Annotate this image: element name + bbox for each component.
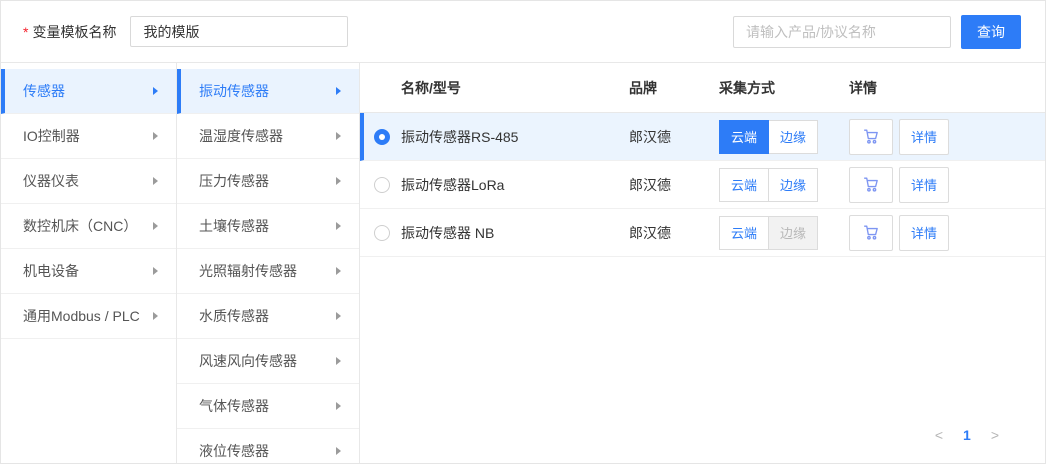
pagination: < 1 > <box>360 427 1045 463</box>
category-item-instrument[interactable]: 仪器仪表 <box>1 159 176 204</box>
category-item-sensor[interactable]: 传感器 <box>1 69 176 114</box>
required-asterisk: * <box>23 24 28 40</box>
detail-button[interactable]: 详情 <box>899 215 949 251</box>
product-brand: 郎汉德 <box>629 127 719 147</box>
edge-mode-button[interactable]: 边缘 <box>768 120 818 154</box>
subcategory-item-label: 光照辐射传感器 <box>199 261 336 281</box>
product-name: 振动传感器 NB <box>401 223 629 243</box>
cloud-mode-button[interactable]: 云端 <box>719 120 769 154</box>
radio-button[interactable] <box>374 129 390 145</box>
subcategory-menu: 振动传感器 温湿度传感器 压力传感器 土壤传感器 光照辐射传感器 水质传感器 <box>177 63 360 463</box>
subcategory-item-label: 振动传感器 <box>199 81 336 101</box>
chevron-right-icon <box>336 87 341 95</box>
content-body: 传感器 IO控制器 仪器仪表 数控机床（CNC） 机电设备 通用Modbus /… <box>1 63 1045 463</box>
header-method: 采集方式 <box>719 78 849 98</box>
category-item-io-controller[interactable]: IO控制器 <box>1 114 176 159</box>
category-item-label: 传感器 <box>23 81 153 101</box>
cart-button[interactable] <box>849 167 893 203</box>
chevron-right-icon <box>336 447 341 455</box>
radio-button[interactable] <box>374 177 390 193</box>
subcategory-item-wind[interactable]: 风速风向传感器 <box>177 339 359 384</box>
subcategory-item-label: 压力传感器 <box>199 171 336 191</box>
subcategory-item-temp-humidity[interactable]: 温湿度传感器 <box>177 114 359 159</box>
subcategory-item-label: 温湿度传感器 <box>199 126 336 146</box>
template-name-label: 变量模板名称 <box>32 22 116 42</box>
subcategory-item-water-quality[interactable]: 水质传感器 <box>177 294 359 339</box>
category-item-electromechanical[interactable]: 机电设备 <box>1 249 176 294</box>
cart-button[interactable] <box>849 215 893 251</box>
cart-icon <box>861 127 881 146</box>
subcategory-item-label: 土壤传感器 <box>199 216 336 236</box>
template-name-input[interactable] <box>130 16 348 47</box>
chevron-right-icon <box>153 312 158 320</box>
detail-button[interactable]: 详情 <box>899 167 949 203</box>
pagination-page-1[interactable]: 1 <box>963 427 971 443</box>
edge-mode-button[interactable]: 边缘 <box>768 168 818 202</box>
chevron-right-icon <box>153 267 158 275</box>
search-button[interactable]: 查询 <box>961 15 1021 49</box>
search-input[interactable] <box>733 16 951 48</box>
chevron-right-icon <box>336 312 341 320</box>
header-name: 名称/型号 <box>401 78 629 98</box>
chevron-right-icon <box>153 87 158 95</box>
edge-mode-button: 边缘 <box>768 216 818 250</box>
category-item-modbus-plc[interactable]: 通用Modbus / PLC <box>1 294 176 339</box>
product-name: 振动传感器RS-485 <box>401 127 629 147</box>
product-name: 振动传感器LoRa <box>401 175 629 195</box>
subcategory-item-label: 液位传感器 <box>199 441 336 461</box>
product-table: 名称/型号 品牌 采集方式 详情 振动传感器RS-485 郎汉德 云端 边缘 <box>360 63 1045 463</box>
category-item-label: 机电设备 <box>23 261 153 281</box>
cart-icon <box>861 175 881 194</box>
subcategory-item-label: 水质传感器 <box>199 306 336 326</box>
category-item-label: IO控制器 <box>23 126 153 146</box>
category-item-label: 通用Modbus / PLC <box>23 306 153 326</box>
radio-button[interactable] <box>374 225 390 241</box>
category-item-label: 数控机床（CNC） <box>23 216 153 236</box>
table-row[interactable]: 振动传感器LoRa 郎汉德 云端 边缘 <box>360 161 1045 209</box>
device-template-picker: * 变量模板名称 查询 传感器 IO控制器 仪器仪表 数控机床（CNC） <box>0 0 1046 464</box>
chevron-right-icon <box>153 177 158 185</box>
category-item-cnc[interactable]: 数控机床（CNC） <box>1 204 176 249</box>
category-menu: 传感器 IO控制器 仪器仪表 数控机床（CNC） 机电设备 通用Modbus /… <box>1 63 177 463</box>
table-header-row: 名称/型号 品牌 采集方式 详情 <box>360 63 1045 113</box>
category-item-label: 仪器仪表 <box>23 171 153 191</box>
topbar: * 变量模板名称 查询 <box>1 1 1045 63</box>
table-row[interactable]: 振动传感器RS-485 郎汉德 云端 边缘 <box>360 113 1045 161</box>
chevron-right-icon <box>336 132 341 140</box>
pagination-prev-icon[interactable]: < <box>935 427 943 443</box>
collect-mode-group: 云端 边缘 <box>719 168 818 202</box>
subcategory-item-vibration[interactable]: 振动传感器 <box>177 69 359 114</box>
subcategory-item-liquid-level[interactable]: 液位传感器 <box>177 429 359 463</box>
chevron-right-icon <box>336 267 341 275</box>
product-brand: 郎汉德 <box>629 175 719 195</box>
header-brand: 品牌 <box>629 78 719 98</box>
subcategory-item-gas[interactable]: 气体传感器 <box>177 384 359 429</box>
product-brand: 郎汉德 <box>629 223 719 243</box>
pagination-next-icon[interactable]: > <box>991 427 999 443</box>
collect-mode-group: 云端 边缘 <box>719 120 818 154</box>
chevron-right-icon <box>336 402 341 410</box>
chevron-right-icon <box>336 222 341 230</box>
detail-button[interactable]: 详情 <box>899 119 949 155</box>
cart-icon <box>861 223 881 242</box>
collect-mode-group: 云端 边缘 <box>719 216 818 250</box>
cloud-mode-button[interactable]: 云端 <box>719 216 769 250</box>
cloud-mode-button[interactable]: 云端 <box>719 168 769 202</box>
chevron-right-icon <box>336 357 341 365</box>
cart-button[interactable] <box>849 119 893 155</box>
table-row[interactable]: 振动传感器 NB 郎汉德 云端 边缘 <box>360 209 1045 257</box>
subcategory-item-label: 气体传感器 <box>199 396 336 416</box>
chevron-right-icon <box>153 132 158 140</box>
subcategory-item-soil[interactable]: 土壤传感器 <box>177 204 359 249</box>
subcategory-item-light-radiation[interactable]: 光照辐射传感器 <box>177 249 359 294</box>
header-detail: 详情 <box>849 78 1045 98</box>
subcategory-item-label: 风速风向传感器 <box>199 351 336 371</box>
subcategory-item-pressure[interactable]: 压力传感器 <box>177 159 359 204</box>
chevron-right-icon <box>153 222 158 230</box>
chevron-right-icon <box>336 177 341 185</box>
